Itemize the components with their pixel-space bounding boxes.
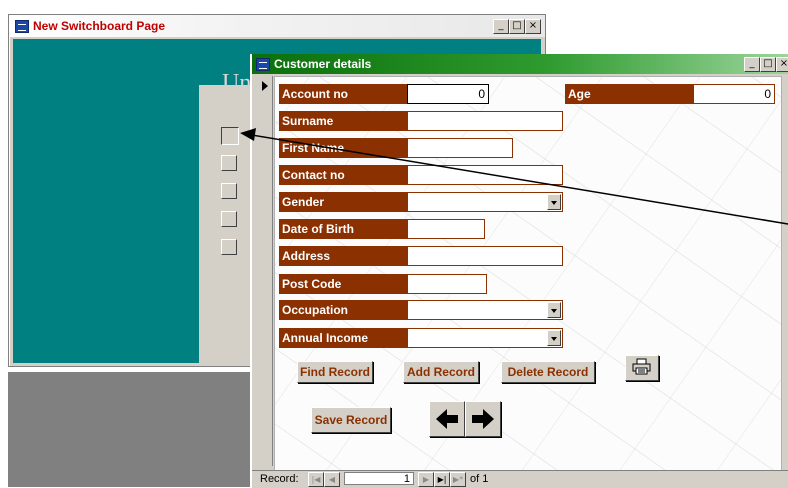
annotation-arrow	[240, 128, 788, 225]
